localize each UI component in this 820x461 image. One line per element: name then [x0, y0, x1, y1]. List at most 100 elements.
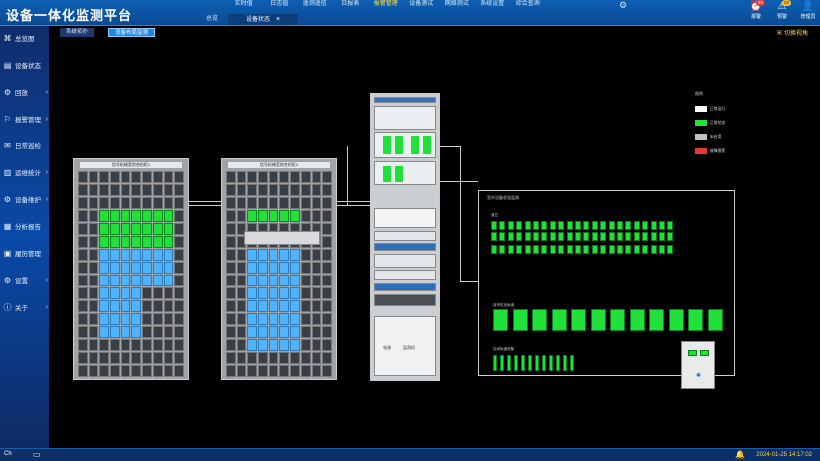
rack-module[interactable] — [300, 196, 311, 209]
rack-module[interactable] — [322, 248, 332, 261]
outdoor-device[interactable] — [650, 245, 657, 254]
rack-module[interactable] — [300, 339, 311, 352]
rack-module[interactable] — [163, 352, 174, 365]
rack-module[interactable] — [142, 274, 152, 287]
rack-module[interactable] — [300, 171, 311, 183]
outdoor-device[interactable] — [532, 309, 547, 331]
rack-module[interactable] — [120, 287, 131, 300]
rack-module[interactable] — [226, 274, 236, 287]
rack-module[interactable] — [163, 209, 174, 222]
rack-module[interactable] — [163, 235, 174, 248]
rack-module[interactable] — [131, 235, 142, 248]
outdoor-device[interactable] — [533, 245, 539, 254]
outdoor-device[interactable] — [591, 245, 598, 254]
rack-module[interactable] — [174, 222, 184, 235]
rack-module[interactable] — [236, 171, 247, 183]
rack-module[interactable] — [110, 287, 120, 300]
rack-module[interactable] — [322, 287, 332, 300]
rack-module[interactable] — [290, 261, 300, 274]
rack-module[interactable] — [247, 352, 258, 365]
rack-module[interactable] — [300, 261, 311, 274]
outdoor-device[interactable] — [625, 221, 632, 230]
outdoor-device[interactable] — [583, 221, 590, 230]
rack-module[interactable] — [322, 171, 332, 183]
rack-module[interactable] — [279, 274, 290, 287]
rack-module[interactable] — [131, 300, 142, 313]
rack-module[interactable] — [279, 352, 290, 365]
rack-module[interactable] — [88, 352, 99, 365]
rack-module[interactable] — [322, 365, 332, 377]
rack-module[interactable] — [226, 365, 236, 377]
rack-module[interactable] — [152, 196, 163, 209]
rack-module[interactable] — [226, 222, 236, 235]
rack-module[interactable] — [247, 326, 258, 339]
outdoor-device[interactable] — [650, 221, 657, 230]
outdoor-device[interactable] — [600, 245, 607, 254]
monitor-device[interactable]: ✱ — [681, 341, 715, 389]
rack-module[interactable] — [236, 183, 247, 196]
subtab-layout[interactable]: 设备布局监测 — [108, 28, 156, 37]
rack-module[interactable] — [88, 365, 99, 377]
rack-module[interactable] — [247, 365, 258, 377]
rack-module[interactable] — [99, 326, 110, 339]
rack-module[interactable] — [174, 339, 184, 352]
rack-module[interactable] — [300, 183, 311, 196]
subtab-topology[interactable]: 系统拓扑 — [60, 28, 95, 37]
outdoor-device[interactable] — [541, 221, 548, 230]
sidebar-item-7[interactable]: ▦ 分析报告 — [0, 217, 49, 235]
rack-module[interactable] — [131, 222, 142, 235]
outdoor-device[interactable] — [524, 232, 531, 241]
outdoor-device[interactable] — [535, 355, 539, 371]
rack-module[interactable] — [131, 287, 142, 300]
rack-module[interactable] — [311, 261, 322, 274]
tab-overview[interactable]: 总览 — [196, 14, 228, 25]
rack-module[interactable] — [226, 171, 236, 183]
rack-module[interactable] — [110, 248, 120, 261]
outdoor-device[interactable] — [516, 245, 523, 254]
rack-module[interactable] — [311, 183, 322, 196]
rack-module[interactable] — [99, 261, 110, 274]
rack-module[interactable] — [152, 365, 163, 377]
rack-module[interactable] — [174, 248, 184, 261]
rack-module[interactable] — [268, 171, 279, 183]
nav-item-2[interactable]: 遥测遥信 — [297, 0, 333, 10]
rack-module[interactable] — [110, 222, 120, 235]
rack-module[interactable] — [226, 313, 236, 326]
rack-module[interactable] — [300, 287, 311, 300]
sidebar-item-2[interactable]: ⚙ 回放 › — [0, 83, 49, 101]
rack-2[interactable]: 信号机械室综合机柜2 — [221, 158, 337, 380]
outdoor-device[interactable] — [558, 245, 565, 254]
rack-module[interactable] — [152, 274, 163, 287]
rack-module[interactable] — [236, 209, 247, 222]
outdoor-device[interactable] — [558, 221, 565, 230]
rack-module[interactable] — [110, 300, 120, 313]
outdoor-device[interactable] — [659, 221, 665, 230]
rack-module[interactable] — [247, 274, 258, 287]
rack-module[interactable] — [131, 313, 142, 326]
rack-module[interactable] — [290, 352, 300, 365]
rack-module[interactable] — [152, 183, 163, 196]
rack-module[interactable] — [88, 171, 99, 183]
rack-module[interactable] — [247, 313, 258, 326]
rack-module[interactable] — [300, 352, 311, 365]
sidebar-item-5[interactable]: ▥ 运维统计 › — [0, 163, 49, 181]
rack-module[interactable] — [142, 261, 152, 274]
rack-module[interactable] — [279, 171, 290, 183]
rack-module[interactable] — [300, 365, 311, 377]
rack-module[interactable] — [163, 326, 174, 339]
rack-module[interactable] — [268, 183, 279, 196]
rack-module[interactable] — [236, 352, 247, 365]
outdoor-device[interactable] — [642, 221, 649, 230]
outdoor-device[interactable] — [566, 221, 573, 230]
rack-module[interactable] — [99, 222, 110, 235]
rack-module[interactable] — [88, 235, 99, 248]
rack-module[interactable] — [120, 261, 131, 274]
rack-module[interactable] — [131, 183, 142, 196]
outdoor-device[interactable] — [541, 232, 548, 241]
outdoor-device[interactable] — [617, 232, 623, 241]
rack-module[interactable] — [236, 248, 247, 261]
warn-button[interactable]: ⚠ 20 预警 — [772, 0, 792, 20]
nav-item-8[interactable]: 综合查询 — [510, 0, 546, 10]
rack-module[interactable] — [311, 171, 322, 183]
rack-module[interactable] — [322, 235, 332, 248]
